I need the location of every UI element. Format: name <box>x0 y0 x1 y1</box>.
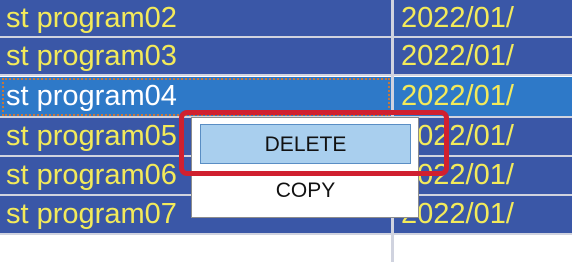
copy-menu-item[interactable]: COPY <box>200 171 411 211</box>
callout-highlight <box>179 110 449 176</box>
row-divider <box>0 233 572 235</box>
list-row[interactable]: st program02 2022/01/ <box>0 0 572 36</box>
list-row[interactable]: st program03 2022/01/ <box>0 38 572 74</box>
program-date: 2022/01/ <box>401 198 514 230</box>
program-name: st program02 <box>6 2 177 34</box>
program-name: st program03 <box>6 40 177 72</box>
program-date: 2022/01/ <box>401 2 514 34</box>
row-divider <box>0 74 572 76</box>
program-date: 2022/01/ <box>401 40 514 72</box>
